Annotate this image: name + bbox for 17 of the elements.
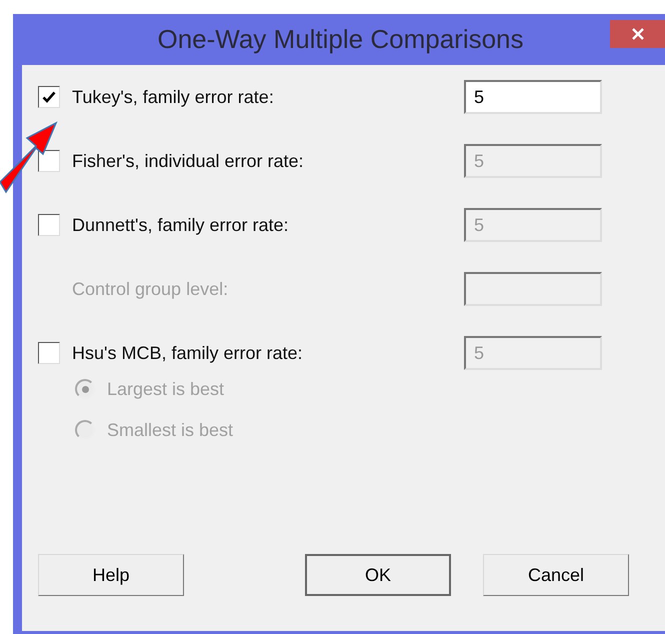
checkbox-label[interactable]: Dunnett's, family error rate: [72, 214, 289, 236]
checkbox-label[interactable]: Fisher's, individual error rate: [72, 150, 304, 172]
close-icon [630, 26, 646, 42]
input-field[interactable]: 5 [464, 80, 602, 114]
checkbox[interactable] [38, 342, 60, 364]
checkbox[interactable] [38, 150, 60, 172]
close-button[interactable] [610, 20, 665, 48]
dialog-button[interactable]: OK [305, 554, 451, 596]
checkbox-label[interactable]: Tukey's, family error rate: [72, 86, 274, 108]
dialog-button[interactable]: Help [38, 554, 184, 596]
checkbox[interactable] [38, 86, 60, 108]
field-label: Control group level: [72, 278, 228, 300]
dialog-button[interactable]: Cancel [483, 554, 629, 596]
window-title: One-Way Multiple Comparisons [156, 23, 525, 55]
check-icon [41, 89, 57, 105]
checkbox-label[interactable]: Hsu's MCB, family error rate: [72, 342, 302, 364]
checkbox[interactable] [38, 214, 60, 236]
